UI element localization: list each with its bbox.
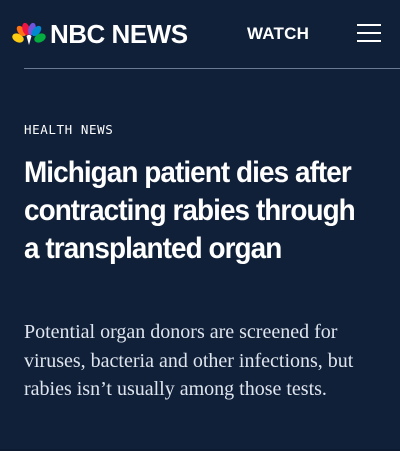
menu-bar-top	[357, 24, 381, 26]
menu-bar-bottom	[357, 40, 381, 42]
article-category-link[interactable]: HEALTH NEWS	[24, 122, 113, 138]
logo-wordmark: NBC NEWS	[50, 19, 188, 49]
site-header: NBC NEWS WATCH	[0, 0, 400, 68]
nbc-peacock-icon	[12, 22, 46, 45]
header-divider	[24, 68, 400, 69]
article-headline: Michigan patient dies after contracting …	[24, 156, 356, 265]
hamburger-menu-icon[interactable]	[357, 22, 381, 44]
menu-bar-middle	[357, 32, 381, 34]
article-dek: Potential organ donors are screened for …	[24, 321, 354, 400]
nbc-news-logo[interactable]: NBC NEWS	[12, 19, 188, 49]
watch-link[interactable]: WATCH	[247, 22, 309, 46]
